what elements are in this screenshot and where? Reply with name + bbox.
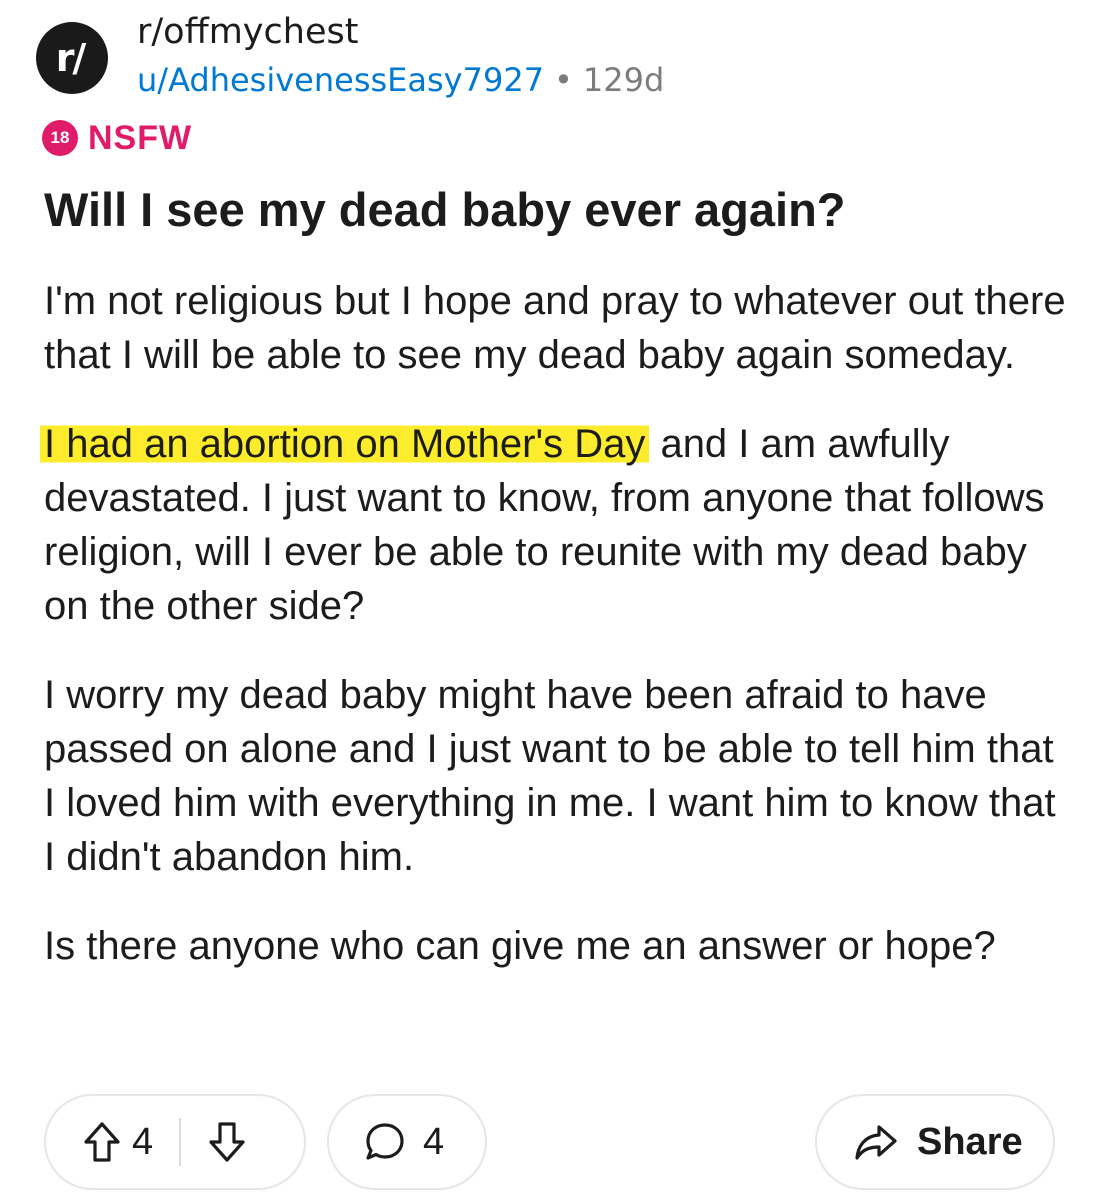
highlighted-text: I had an abortion on Mother's Day bbox=[40, 422, 650, 466]
vote-bar: 4 bbox=[44, 1094, 306, 1190]
upvote-arrow-icon[interactable] bbox=[82, 1120, 122, 1164]
nsfw-badge: 18 NSFW bbox=[42, 118, 192, 158]
subreddit-avatar[interactable]: r/ bbox=[36, 22, 108, 94]
author-username[interactable]: u/AdhesivenessEasy7927 bbox=[137, 61, 544, 99]
comment-bubble-icon bbox=[363, 1120, 407, 1164]
comment-count: 4 bbox=[423, 1120, 445, 1163]
comments-button[interactable]: 4 bbox=[327, 1094, 487, 1190]
share-label: Share bbox=[917, 1120, 1023, 1163]
post-meta: u/AdhesivenessEasy7927 • 129d bbox=[137, 60, 664, 100]
post-body: I'm not religious but I hope and pray to… bbox=[40, 274, 1074, 1008]
avatar-text: r/ bbox=[55, 36, 87, 80]
post-title[interactable]: Will I see my dead baby ever again? bbox=[44, 182, 1064, 238]
nsfw-label: NSFW bbox=[88, 118, 193, 157]
post-paragraph: I had an abortion on Mother's Day and I … bbox=[40, 417, 1074, 633]
vote-divider bbox=[179, 1118, 182, 1166]
vote-count: 4 bbox=[132, 1120, 154, 1163]
nsfw-18-icon: 18 bbox=[42, 120, 78, 156]
post-age: 129d bbox=[582, 61, 665, 99]
post-paragraph: I'm not religious but I hope and pray to… bbox=[44, 279, 1066, 377]
meta-separator: • bbox=[554, 61, 573, 99]
share-arrow-icon bbox=[853, 1122, 899, 1162]
share-button[interactable]: Share bbox=[815, 1094, 1055, 1190]
downvote-arrow-icon[interactable] bbox=[207, 1120, 247, 1164]
post-paragraph: I worry my dead baby might have been afr… bbox=[44, 673, 1056, 879]
post-paragraph: Is there anyone who can give me an answe… bbox=[44, 924, 996, 968]
subreddit-name[interactable]: r/offmychest bbox=[137, 12, 358, 52]
post-card: r/ r/offmychest u/AdhesivenessEasy7927 • 1… bbox=[0, 0, 1100, 1199]
